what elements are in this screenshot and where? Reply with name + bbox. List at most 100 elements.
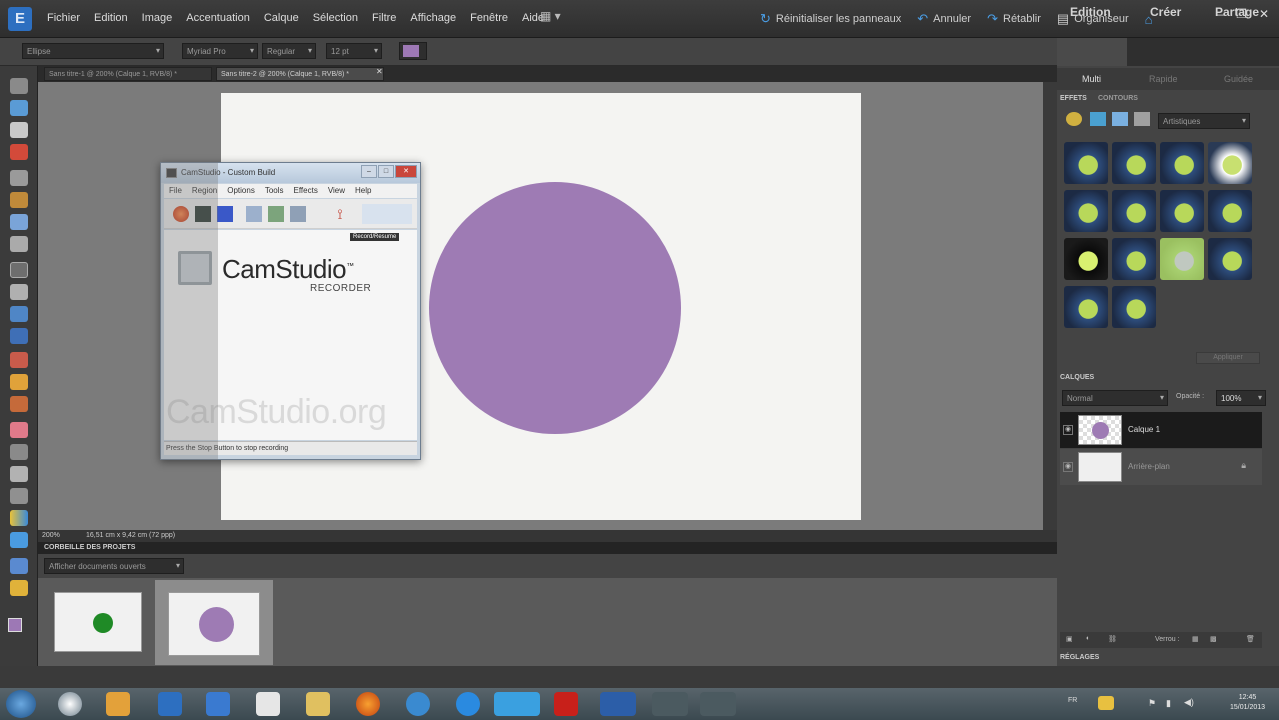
word-icon[interactable] <box>158 692 182 716</box>
contours-section-title[interactable]: CONTOURS <box>1098 95 1138 105</box>
menu-fenetre[interactable]: Fenêtre <box>463 12 515 24</box>
red-eye-tool-icon[interactable] <box>10 352 28 368</box>
shape-tool-icon[interactable] <box>10 532 28 548</box>
taskbar-app-icon[interactable] <box>652 692 688 716</box>
crop-tool-icon[interactable] <box>10 284 28 300</box>
cam-menu-view[interactable]: View <box>323 184 350 198</box>
tab-edition[interactable]: Edition <box>1070 5 1111 19</box>
stop-button[interactable] <box>217 206 233 222</box>
start-button[interactable] <box>6 690 36 718</box>
vertical-scrollbar[interactable] <box>1043 82 1057 530</box>
eraser-tool-icon[interactable] <box>10 422 28 438</box>
color-swatch[interactable] <box>399 42 427 60</box>
link-layer-icon[interactable]: ⛓︎ <box>1108 635 1117 643</box>
reset-panels-button[interactable]: ↻ Réinitialiser les panneaux <box>760 11 901 27</box>
selection-brush-icon[interactable] <box>10 236 28 252</box>
blur-tool-icon[interactable] <box>10 558 28 574</box>
layer-styles-icon[interactable] <box>1090 112 1106 126</box>
font-style-dropdown[interactable]: Regular <box>262 43 316 59</box>
sponge-tool-icon[interactable] <box>10 580 28 596</box>
close-tab-icon[interactable]: ✕ <box>376 67 383 76</box>
stamp-tool-icon[interactable] <box>10 396 28 412</box>
adjustments-section-title[interactable]: RÉGLAGES <box>1060 654 1099 664</box>
project-thumbnail-2[interactable] <box>168 592 260 656</box>
layer-visibility-icon[interactable]: ◉ <box>1063 462 1073 472</box>
close-icon[interactable]: ✕ <box>1259 7 1269 21</box>
apply-button[interactable]: Appliquer <box>1196 352 1260 364</box>
tab-creer[interactable]: Créer <box>1150 5 1181 19</box>
mail-icon[interactable] <box>206 692 230 716</box>
smart-brush-icon[interactable] <box>10 466 28 482</box>
cam-menu-region[interactable]: Region <box>187 184 222 198</box>
cam-menu-tools[interactable]: Tools <box>260 184 289 198</box>
filters-icon[interactable] <box>1066 112 1082 126</box>
menu-image[interactable]: Image <box>135 12 180 24</box>
brush-tool-icon[interactable] <box>10 444 28 460</box>
minimize-icon[interactable]: – <box>361 165 377 178</box>
internet-explorer-icon[interactable] <box>456 692 480 716</box>
taskbar-app-icon[interactable] <box>58 692 82 716</box>
menu-fichier[interactable]: Fichier <box>40 12 87 24</box>
volume-icon[interactable]: ◀) <box>1184 697 1194 708</box>
new-layer-icon[interactable]: ▣ <box>1066 635 1073 643</box>
layers-section-title[interactable]: CALQUES <box>1060 374 1094 384</box>
record-button[interactable] <box>173 206 189 222</box>
marquee-tool-icon[interactable] <box>10 170 28 186</box>
maximize-icon[interactable]: □ <box>378 165 394 178</box>
flag-icon[interactable]: ⚑ <box>1148 698 1156 709</box>
move-tool-icon[interactable] <box>10 78 28 94</box>
menu-calque[interactable]: Calque <box>257 12 306 24</box>
healing-brush-icon[interactable] <box>10 374 28 390</box>
photoshop-elements-icon[interactable] <box>600 692 636 716</box>
lock-all-icon[interactable]: ▩ <box>1210 635 1217 643</box>
option-icon[interactable]: ⟟ <box>332 206 348 222</box>
menu-accentuation[interactable]: Accentuation <box>179 12 257 24</box>
acrobat-icon[interactable] <box>554 692 578 716</box>
tray-icon[interactable] <box>1098 696 1114 710</box>
cam-menu-effects[interactable]: Effects <box>289 184 323 198</box>
document-icon[interactable] <box>256 692 280 716</box>
trash-icon[interactable]: 🗑︎ <box>1246 635 1255 643</box>
text-tool-icon[interactable] <box>10 262 28 278</box>
font-dropdown[interactable]: Myriad Pro <box>182 43 258 59</box>
eyedropper-tool-icon[interactable] <box>10 144 28 160</box>
layer-visibility-icon[interactable]: ◉ <box>1063 425 1073 435</box>
cam-menu-options[interactable]: Options <box>222 184 260 198</box>
pause-button[interactable] <box>195 206 211 222</box>
redo-button[interactable]: ↷ Rétablir <box>987 11 1041 27</box>
annotation-icon[interactable] <box>268 206 284 222</box>
network-icon[interactable] <box>406 692 430 716</box>
subtab-multi[interactable]: Multi <box>1082 74 1101 84</box>
menu-edition[interactable]: Edition <box>87 12 135 24</box>
blend-mode-dropdown[interactable]: Normal <box>1062 390 1168 406</box>
folder-icon[interactable] <box>306 692 330 716</box>
gradient-tool-icon[interactable] <box>10 510 28 526</box>
language-indicator[interactable]: FR <box>1068 697 1077 704</box>
tab-partage[interactable]: Partage <box>1215 5 1259 19</box>
adjustment-layer-icon[interactable]: ◐ <box>1086 635 1090 642</box>
subtab-guidee[interactable]: Guidée <box>1224 74 1253 84</box>
tab-document-2[interactable]: Sans titre-2 @ 200% (Calque 1, RVB/8) * <box>216 67 384 81</box>
hand-tool-icon[interactable] <box>10 122 28 138</box>
undo-button[interactable]: ↶ Annuler <box>917 11 971 27</box>
lasso-tool-icon[interactable] <box>10 192 28 208</box>
tab-document-1[interactable]: Sans titre-1 @ 200% (Calque 1, RVB/8) * <box>44 67 212 81</box>
clock[interactable]: 12:45 15/01/2013 <box>1230 693 1265 713</box>
menu-affichage[interactable]: Affichage <box>403 12 463 24</box>
lock-transparency-icon[interactable]: ▦ <box>1192 635 1199 643</box>
paint-bucket-icon[interactable] <box>10 488 28 504</box>
effects-section-title[interactable]: EFFETS <box>1060 95 1087 105</box>
zoom-tool-icon[interactable] <box>10 100 28 116</box>
layout-grid-icon[interactable]: ▦ ▾ <box>540 9 572 27</box>
font-size-dropdown[interactable]: 12 pt <box>326 43 382 59</box>
region-icon[interactable] <box>246 206 262 222</box>
layer-row-arriere-plan[interactable]: ◉ Arrière-plan 🔒︎ <box>1060 449 1262 485</box>
media-player-icon[interactable] <box>106 692 130 716</box>
foreground-color-swatch[interactable] <box>8 618 22 632</box>
cookie-cutter-icon[interactable] <box>10 306 28 322</box>
straighten-tool-icon[interactable] <box>10 328 28 344</box>
network-tray-icon[interactable]: ▮ <box>1166 698 1171 709</box>
project-thumbnail-1[interactable] <box>54 592 142 652</box>
camstudio-titlebar[interactable]: CamStudio - Custom Build – □ ✕ <box>161 163 420 183</box>
opacity-field[interactable]: 100% <box>1216 390 1266 406</box>
